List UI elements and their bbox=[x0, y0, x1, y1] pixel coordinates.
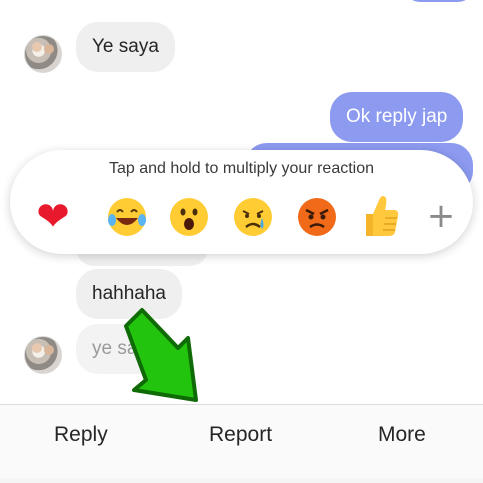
avatar[interactable] bbox=[24, 336, 62, 374]
reaction-emoji-row: ❤ + bbox=[28, 192, 458, 242]
outgoing-message-partial[interactable] bbox=[404, 0, 474, 2]
more-button[interactable]: More bbox=[378, 423, 426, 447]
outgoing-message[interactable]: Ok reply jap bbox=[330, 92, 464, 142]
arrow-pointer-icon bbox=[124, 308, 198, 402]
report-button[interactable]: Report bbox=[209, 423, 272, 447]
reply-button[interactable]: Reply bbox=[54, 423, 108, 447]
reaction-hint: Tap and hold to multiply your reaction bbox=[108, 160, 375, 177]
heart-icon[interactable]: ❤ bbox=[28, 192, 78, 242]
reaction-picker: Tap and hold to multiply your reaction ❤ bbox=[10, 150, 473, 254]
avatar[interactable] bbox=[24, 35, 62, 73]
crying-face-icon[interactable] bbox=[232, 196, 274, 238]
message-action-bar: Reply Report More bbox=[0, 404, 483, 483]
surprised-face-icon[interactable] bbox=[168, 196, 210, 238]
incoming-message[interactable]: Ye saya bbox=[76, 22, 175, 72]
chat-thread: Ye saya Ok reply jap hahhaha ye saya Tap… bbox=[0, 0, 483, 404]
bottom-edge bbox=[0, 478, 483, 483]
thumbs-up-icon[interactable] bbox=[358, 192, 402, 240]
add-reaction-icon[interactable]: + bbox=[421, 192, 461, 242]
laughing-tears-icon[interactable] bbox=[106, 196, 148, 238]
angry-face-icon[interactable] bbox=[296, 196, 338, 238]
